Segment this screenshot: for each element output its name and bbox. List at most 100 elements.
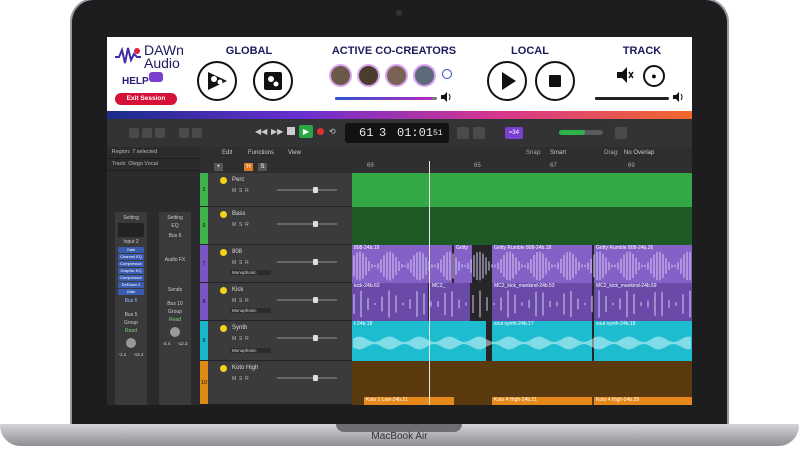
plugin-slot[interactable]: Graphic EQ (118, 268, 144, 274)
track-name[interactable]: Koto High (232, 365, 258, 371)
strip1-automation[interactable]: Read (115, 328, 147, 334)
local-play-button[interactable] (487, 61, 527, 101)
mute-button[interactable]: M (232, 222, 236, 228)
fast-forward-icon[interactable]: ▶▶ (271, 127, 283, 136)
master-fader[interactable] (559, 130, 603, 135)
cycle-icon[interactable]: ⟲ (329, 127, 336, 136)
solo-button[interactable]: S (239, 222, 242, 228)
record-button[interactable]: R (245, 188, 249, 194)
record-enable-icon[interactable] (220, 177, 227, 184)
strip2-eq[interactable]: EQ (159, 223, 191, 229)
help-button[interactable] (155, 128, 165, 138)
track-name[interactable]: 808 (232, 249, 242, 255)
view-menu[interactable]: View (288, 150, 301, 156)
strip2-audio-fx[interactable]: Audio FX (159, 257, 191, 263)
record-enable-icon[interactable] (220, 325, 227, 332)
plugin-slot[interactable]: DeEsser 2 (118, 282, 144, 288)
track-header[interactable]: 7 808 M S R Monophonic (200, 245, 352, 283)
track-inspector-header[interactable]: Track: Olego Vocal (107, 159, 200, 171)
timeline-ruler[interactable]: 69 65 67 69 (352, 161, 692, 173)
track-volume-fader[interactable] (277, 221, 337, 227)
plugin-slot[interactable]: Gain (118, 247, 144, 253)
solo-button[interactable]: S (239, 260, 242, 266)
strip1-bus[interactable]: Bus 5 (115, 312, 147, 318)
solo-button[interactable]: S (239, 188, 242, 194)
record-enable-icon[interactable] (220, 211, 227, 218)
track-name[interactable]: Kick (232, 287, 243, 293)
hide-tracks-button[interactable]: H (244, 163, 253, 171)
avatar[interactable] (385, 64, 408, 87)
snap-select[interactable]: Smart (550, 150, 566, 156)
add-track-icon[interactable]: + (214, 163, 223, 171)
region-inspector-header[interactable]: Region: 7 selected (107, 147, 200, 159)
record-button[interactable]: R (245, 260, 249, 266)
record-enable-icon[interactable] (220, 249, 227, 256)
pan-knob[interactable] (126, 338, 136, 348)
add-cocreator-icon[interactable] (442, 69, 452, 79)
record-button[interactable] (317, 128, 324, 135)
plugin-slot[interactable]: Channel EQ (118, 254, 144, 260)
track-name[interactable]: Synth (232, 325, 247, 331)
strip1-group[interactable]: Group (115, 320, 147, 326)
strip1-setting[interactable]: Setting (115, 215, 147, 221)
record-enable-icon[interactable] (220, 365, 227, 372)
inspector-button[interactable] (142, 128, 152, 138)
mixer-button[interactable] (179, 128, 189, 138)
solo-tracks-button[interactable]: S (258, 163, 267, 171)
stop-button[interactable] (287, 127, 295, 135)
track-mode-select[interactable]: Monophonic (230, 348, 271, 353)
drag-select[interactable]: No Overlap (624, 150, 654, 156)
record-button[interactable]: R (245, 376, 249, 382)
strip1-send[interactable]: Bus 6 (115, 298, 147, 304)
plugin-slot[interactable]: Compressor (118, 261, 144, 267)
mute-speaker-icon[interactable] (615, 65, 635, 85)
exit-session-button[interactable]: Exit Session (115, 93, 177, 105)
track-name[interactable]: Perc (232, 177, 244, 183)
avatar[interactable] (329, 64, 352, 87)
mute-button[interactable]: M (232, 336, 236, 342)
track-header[interactable]: 6 Bass M S R (200, 207, 352, 245)
track-mode-select[interactable]: Monophonic (230, 270, 271, 275)
track-header[interactable]: 2 Perc M S R (200, 173, 352, 207)
functions-menu[interactable]: Functions (248, 150, 274, 156)
track-volume-fader[interactable] (277, 187, 337, 193)
track-volume-fader[interactable] (277, 297, 337, 303)
avatar[interactable] (357, 64, 380, 87)
track-header[interactable]: 9 Synth M S R Monophonic (200, 321, 352, 361)
strip2-group[interactable]: Group (159, 309, 191, 315)
play-button[interactable]: ▶ (299, 125, 313, 138)
mute-button[interactable]: M (232, 260, 236, 266)
solo-button[interactable]: S (239, 298, 242, 304)
strip2-setting[interactable]: Setting (159, 215, 191, 221)
strip2-input[interactable]: Bus 6 (159, 233, 191, 239)
avatar[interactable] (413, 64, 436, 87)
record-button[interactable]: R (245, 298, 249, 304)
metronome-button[interactable] (473, 127, 485, 139)
track-volume-fader[interactable] (277, 259, 337, 265)
pan-knob[interactable] (170, 327, 180, 337)
library-button[interactable] (129, 128, 139, 138)
chat-icon[interactable] (149, 72, 163, 82)
list-editors-button[interactable] (615, 127, 627, 139)
solo-button[interactable]: S (239, 336, 242, 342)
eq-thumbnail[interactable] (118, 223, 144, 237)
plugin-slot[interactable]: Compressor (118, 275, 144, 281)
rewind-icon[interactable]: ◀◀ (255, 127, 267, 136)
strip2-automation[interactable]: Read (159, 317, 191, 323)
record-button[interactable]: R (245, 222, 249, 228)
editor-button[interactable] (192, 128, 202, 138)
tempo-badge[interactable]: ≈34 (505, 127, 523, 139)
mute-button[interactable]: M (232, 376, 236, 382)
mute-button[interactable]: M (232, 298, 236, 304)
track-header[interactable]: 10 Koto High M S R (200, 361, 352, 405)
strip2-bus[interactable]: Bus 10 (159, 301, 191, 307)
strip2-sends[interactable]: Sends (159, 287, 191, 293)
record-button[interactable]: R (245, 336, 249, 342)
global-play-arrow-button[interactable] (197, 61, 237, 101)
track-header[interactable]: 8 Kick M S R Monophonic (200, 283, 352, 321)
tuner-button[interactable] (457, 127, 469, 139)
track-mode-select[interactable]: Monophonic (230, 308, 271, 313)
help-label[interactable]: HELP (122, 76, 149, 87)
plugin-slot[interactable]: Gain (118, 289, 144, 295)
solo-button[interactable]: S (239, 376, 242, 382)
